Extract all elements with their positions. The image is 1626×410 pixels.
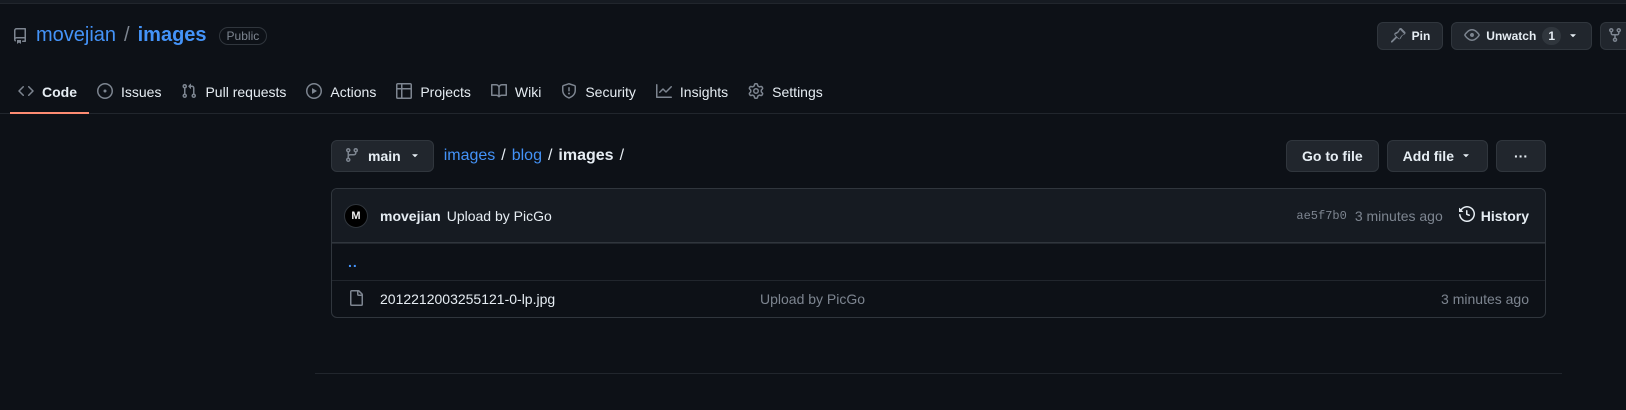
gear-icon	[748, 82, 764, 102]
tab-label: Actions	[330, 84, 377, 100]
graph-icon	[655, 83, 672, 102]
tab-settings[interactable]: Settings	[740, 70, 835, 114]
git-pull-request-icon	[181, 83, 197, 102]
go-to-file-button[interactable]: Go to file	[1285, 140, 1379, 172]
repo-header: movejian / images Public Pin Unwatch 1 C…	[0, 4, 1626, 114]
file-name-link[interactable]: 2012212003255121-0-lp.jpg	[380, 291, 760, 307]
triangle-down-icon	[1567, 29, 1579, 44]
visibility-badge: Public	[218, 26, 268, 45]
breadcrumb-current: images	[558, 147, 614, 164]
repo-actions: Pin Unwatch 1	[1376, 22, 1626, 50]
breadcrumb: images / blog / images /	[444, 147, 624, 165]
commit-age: 3 minutes ago	[1354, 207, 1443, 224]
breadcrumb-separator: /	[501, 147, 506, 164]
repo-nav: Code Issues Pull requests Actions Projec…	[10, 70, 835, 114]
repo-path-separator: /	[124, 24, 130, 46]
add-file-button[interactable]: Add file	[1386, 140, 1488, 172]
tab-label: Code	[42, 84, 77, 100]
triangle-down-icon	[409, 148, 421, 164]
git-branch-icon	[344, 147, 360, 166]
file-icon	[348, 289, 364, 309]
repo-name-link[interactable]: images	[138, 24, 207, 47]
add-file-label: Add file	[1402, 148, 1454, 164]
history-link[interactable]: History	[1458, 205, 1529, 225]
repo-icon	[12, 27, 28, 44]
book-icon	[490, 83, 507, 102]
table-icon	[396, 82, 413, 102]
tab-label: Issues	[121, 84, 162, 100]
commit-message-link[interactable]: Upload by PicGo	[447, 208, 552, 224]
tab-wiki[interactable]: Wiki	[483, 70, 553, 114]
file-age: 3 minutes ago	[1441, 291, 1529, 307]
issue-opened-icon	[97, 82, 113, 102]
breadcrumb-separator: /	[547, 147, 553, 164]
unwatch-label: Unwatch	[1486, 29, 1537, 43]
table-row[interactable]: 2012212003255121-0-lp.jpg Upload by PicG…	[332, 280, 1545, 317]
commit-author-link[interactable]: movejian	[380, 208, 441, 224]
tab-label: Projects	[420, 84, 471, 100]
play-icon	[306, 82, 323, 102]
repo-title: movejian / images Public	[12, 24, 268, 47]
tab-label: Security	[585, 84, 636, 100]
watch-counter: 1	[1542, 27, 1561, 45]
tab-label: Pull requests	[205, 84, 287, 100]
tab-label: Settings	[772, 84, 823, 100]
history-label: History	[1480, 207, 1529, 224]
latest-commit: M movejian Upload by PicGo ae5f7b0 3 min…	[332, 189, 1545, 243]
shield-icon	[561, 82, 577, 102]
file-toolbar: main images / blog / images / Go to file…	[331, 140, 1546, 172]
pin-icon	[1390, 27, 1406, 46]
tab-projects[interactable]: Projects	[388, 70, 483, 114]
code-icon	[18, 83, 34, 102]
tab-security[interactable]: Security	[553, 70, 648, 114]
file-commit-message-link[interactable]: Upload by PicGo	[760, 291, 1441, 307]
tab-pull-requests[interactable]: Pull requests	[173, 70, 298, 114]
footer-divider	[315, 373, 1562, 374]
file-list: M movejian Upload by PicGo ae5f7b0 3 min…	[331, 188, 1546, 318]
tab-code[interactable]: Code	[10, 70, 89, 114]
triangle-down-icon	[1460, 148, 1472, 164]
breadcrumb-repo-link[interactable]: images	[444, 147, 496, 165]
more-options-button[interactable]: ···	[1496, 140, 1546, 172]
branch-name: main	[368, 148, 401, 164]
commit-meta: ae5f7b0 3 minutes ago History	[1296, 205, 1529, 225]
pin-label: Pin	[1411, 29, 1431, 43]
tab-actions[interactable]: Actions	[298, 70, 388, 114]
commit-sha-link[interactable]: ae5f7b0	[1296, 209, 1346, 223]
branch-selector[interactable]: main	[331, 140, 434, 172]
breadcrumb-blog-link[interactable]: blog	[512, 147, 542, 165]
pin-button[interactable]: Pin	[1376, 22, 1444, 50]
repo-forked-icon	[1607, 27, 1623, 46]
repo-owner-link[interactable]: movejian	[36, 24, 116, 47]
eye-icon	[1464, 27, 1481, 46]
history-icon	[1458, 205, 1475, 225]
tab-issues[interactable]: Issues	[89, 70, 173, 114]
tab-label: Insights	[679, 84, 729, 100]
tab-label: Wiki	[514, 84, 542, 100]
parent-directory-row[interactable]: ..	[332, 243, 1545, 280]
file-actions: Go to file Add file ···	[1285, 140, 1546, 172]
unwatch-button[interactable]: Unwatch 1	[1451, 22, 1592, 50]
parent-directory-link[interactable]: ..	[348, 254, 358, 270]
breadcrumb-separator: /	[619, 147, 625, 164]
fork-button[interactable]	[1600, 22, 1626, 50]
tab-insights[interactable]: Insights	[648, 70, 740, 114]
avatar[interactable]: M	[344, 203, 368, 228]
